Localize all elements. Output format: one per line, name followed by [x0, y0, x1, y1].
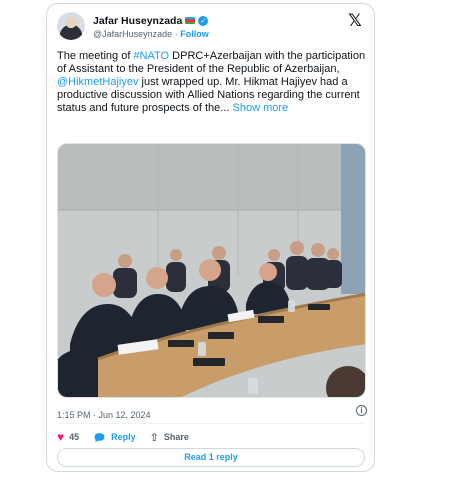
- verified-badge-icon: ✓: [198, 15, 209, 26]
- follow-link[interactable]: Follow: [180, 29, 209, 39]
- timestamp-row: 1:15 PM · Jun 12, 2024 i: [57, 405, 367, 420]
- hashtag-link[interactable]: #NATO: [133, 50, 169, 62]
- share-icon: ⇧: [149, 431, 159, 444]
- tweet-header: Jafar Huseynzada ✓ @JafarHuseynzade · Fo…: [57, 12, 364, 44]
- author-avatar[interactable]: [57, 12, 85, 40]
- like-count: 45: [69, 432, 80, 442]
- read-reply-button[interactable]: Read 1 reply: [57, 448, 365, 467]
- show-more-link[interactable]: Show more: [233, 102, 289, 114]
- reply-button[interactable]: Reply: [93, 432, 136, 443]
- tweet-text: The meeting of #NATO DPRC+Azerbaijan wit…: [57, 50, 369, 115]
- tweet-timestamp[interactable]: 1:15 PM · Jun 12, 2024: [57, 410, 151, 420]
- heart-icon: ♥: [57, 430, 65, 444]
- embedded-tweet-card[interactable]: Jafar Huseynzada ✓ @JafarHuseynzade · Fo…: [46, 3, 375, 472]
- reply-icon: [94, 432, 105, 442]
- reply-label: Reply: [111, 432, 136, 442]
- handle-separator: ·: [174, 29, 178, 39]
- tweet-text-part: The meeting of: [57, 50, 134, 62]
- flag-icon: [185, 17, 196, 24]
- meeting-photo-image: [58, 144, 365, 397]
- share-label: Share: [163, 432, 189, 442]
- divider: [57, 423, 364, 424]
- author-handle[interactable]: @JafarHuseynzade: [93, 29, 172, 39]
- mention-link[interactable]: @HikmetHajiyev: [57, 76, 138, 88]
- x-logo-icon[interactable]: 𝕏: [346, 12, 364, 30]
- tweet-photo[interactable]: [57, 143, 366, 398]
- like-button[interactable]: ♥ 45: [57, 431, 79, 443]
- author-display-name[interactable]: Jafar Huseynzada: [93, 15, 182, 27]
- author-info: Jafar Huseynzada ✓ @JafarHuseynzade · Fo…: [93, 14, 209, 40]
- tweet-actions: ♥ 45 Reply ⇧ Share: [57, 429, 189, 445]
- info-icon[interactable]: i: [356, 405, 367, 416]
- share-button[interactable]: ⇧ Share: [150, 431, 189, 444]
